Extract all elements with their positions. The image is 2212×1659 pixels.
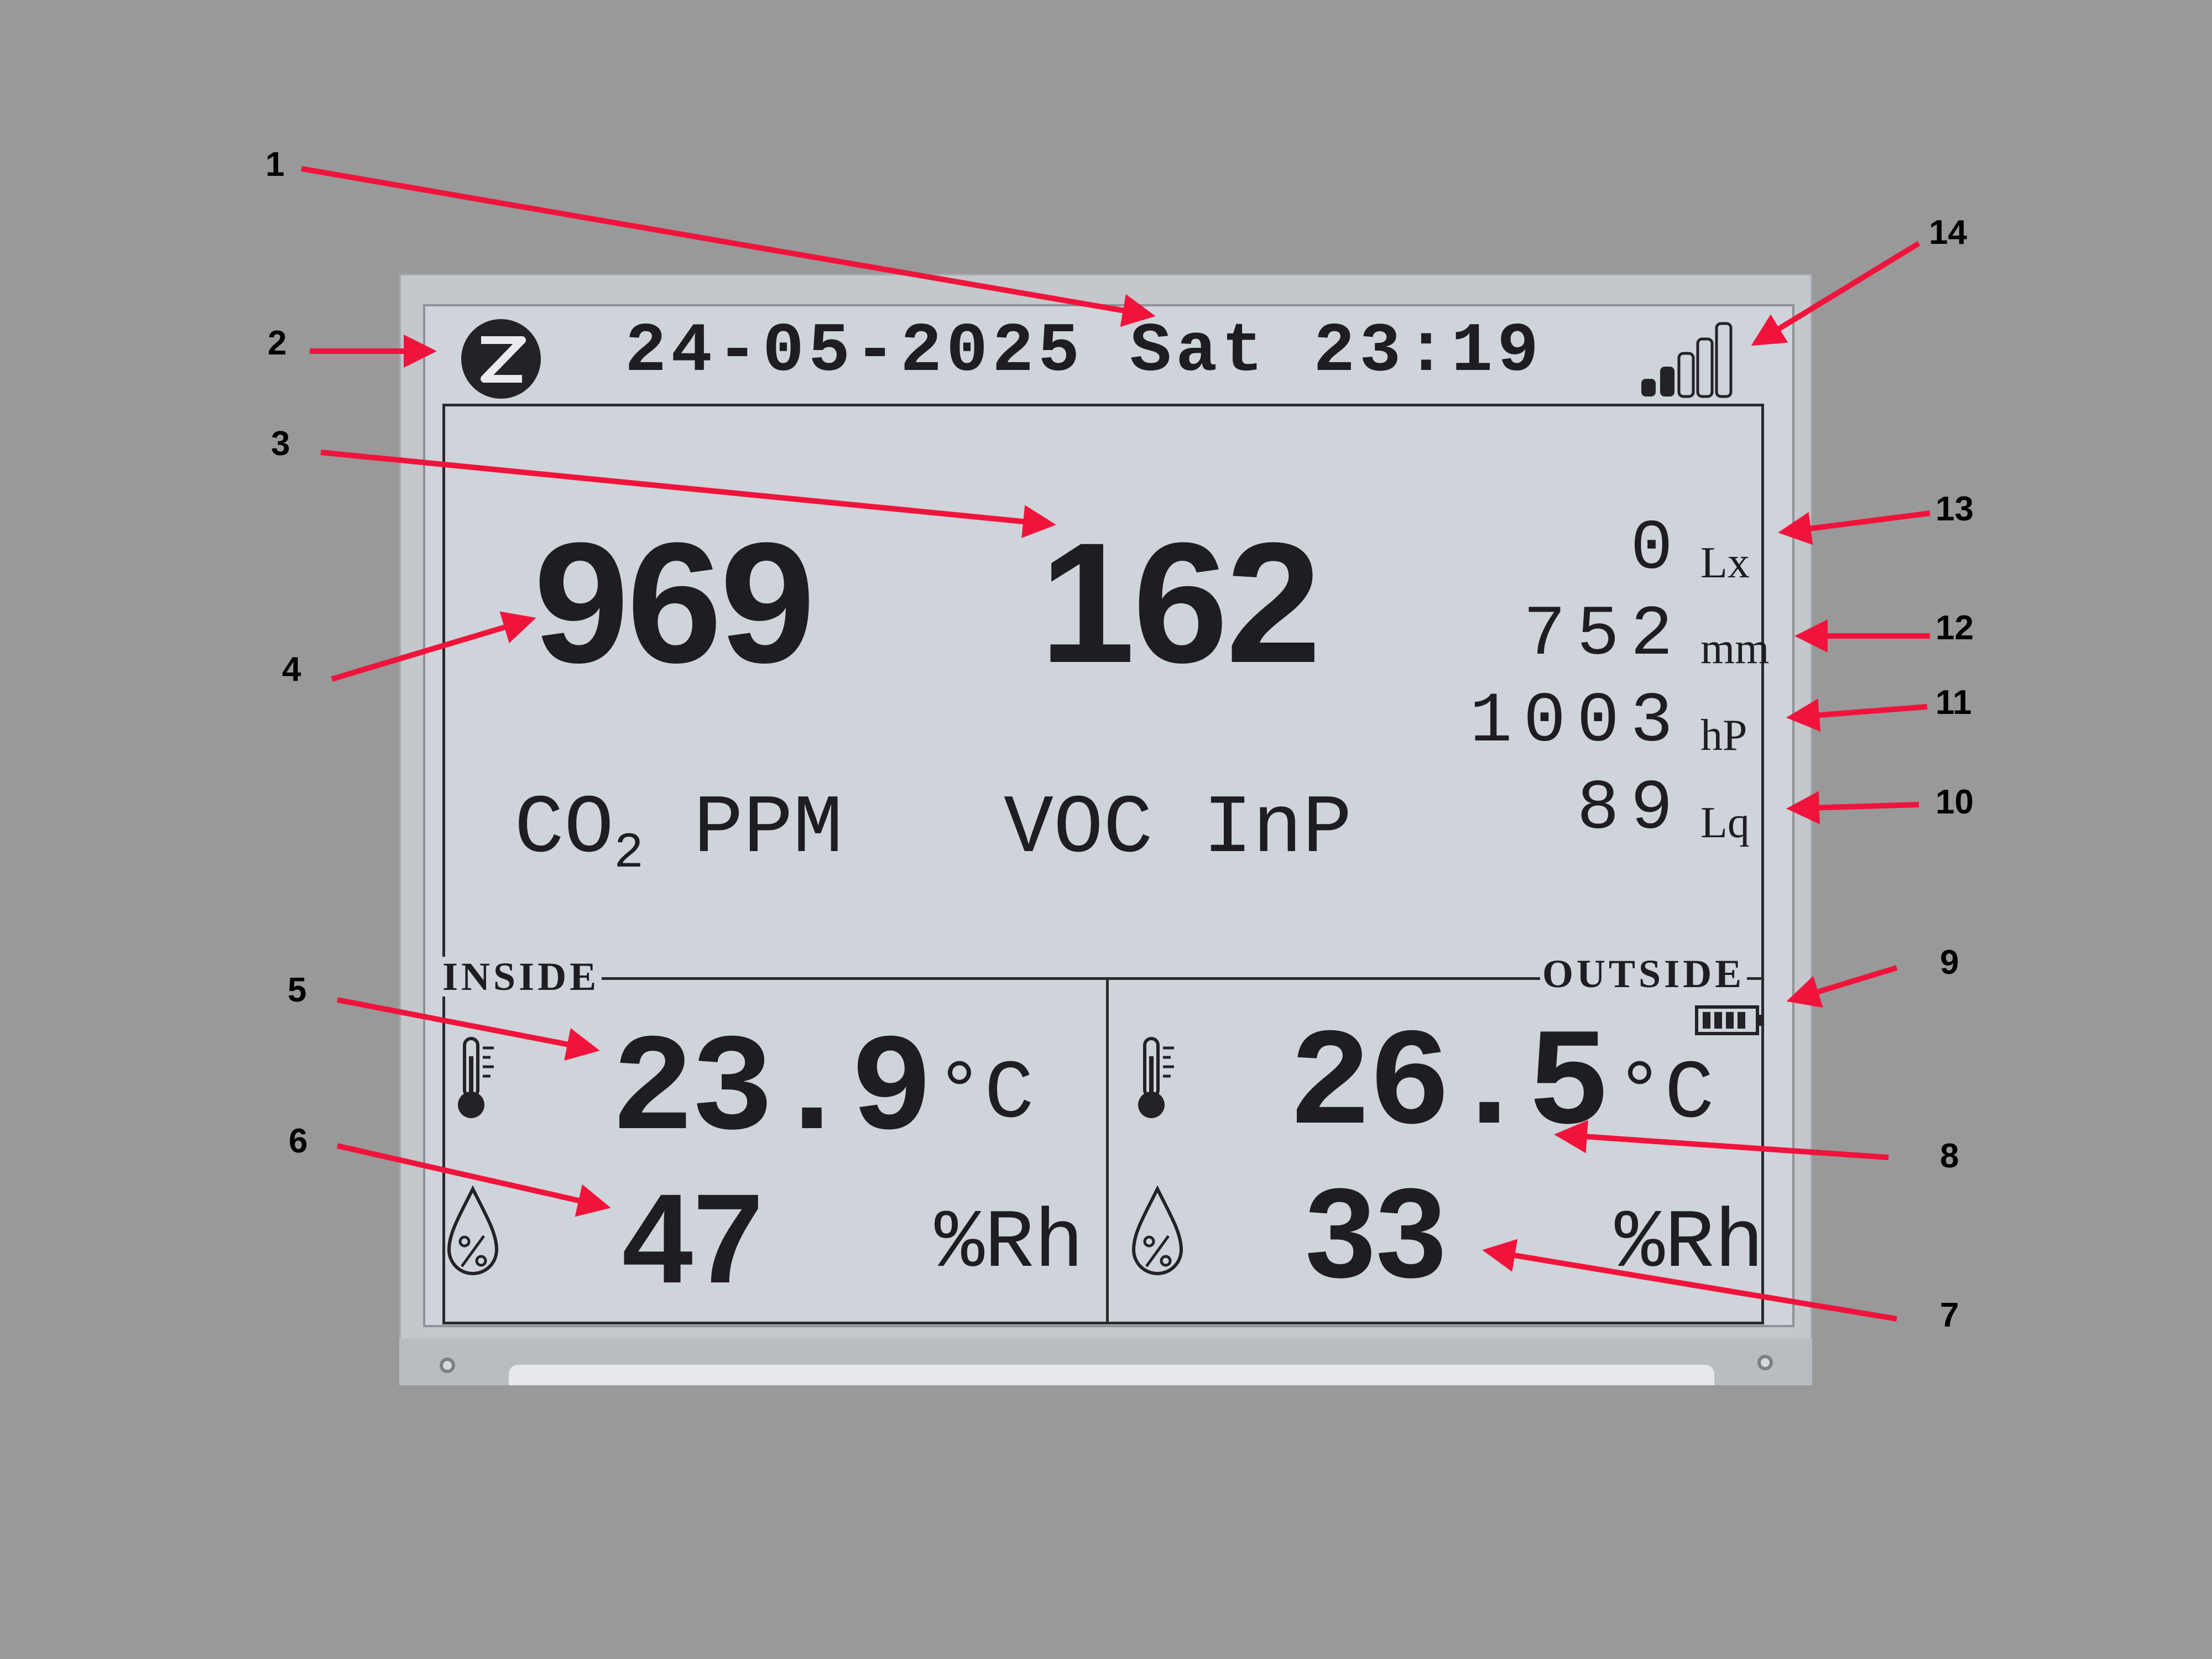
- arrow-5: [337, 997, 600, 1061]
- arrow-11: [1786, 698, 1928, 732]
- arrow-13: [1778, 510, 1931, 545]
- arrow-8: [1554, 1120, 1889, 1160]
- annotation-label-14: 14: [1929, 213, 1967, 252]
- arrow-6: [336, 1143, 611, 1217]
- annotation-label-9: 9: [1940, 943, 1959, 982]
- annotation-arrows: [301, 166, 1931, 1322]
- arrow-1: [301, 166, 1156, 327]
- arrow-7: [1482, 1239, 1897, 1322]
- annotation-label-6: 6: [289, 1122, 308, 1160]
- annotation-label-11: 11: [1936, 684, 1972, 722]
- arrow-10: [1786, 791, 1919, 825]
- annotation-label-12: 12: [1936, 609, 1974, 647]
- annotation-label-4: 4: [282, 650, 301, 688]
- arrow-14: [1751, 241, 1921, 346]
- annotation-label-3: 3: [271, 425, 290, 463]
- annotation-label-10: 10: [1936, 783, 1974, 821]
- annotation-label-1: 1: [265, 145, 285, 184]
- annotation-label-5: 5: [288, 971, 307, 1009]
- arrow-9: [1786, 965, 1898, 1008]
- annotation-label-8: 8: [1940, 1137, 1959, 1175]
- annotation-label-7: 7: [1940, 1296, 1959, 1334]
- arrow-4: [331, 611, 536, 682]
- annotation-label-13: 13: [1936, 490, 1974, 528]
- annotation-label-2: 2: [268, 324, 287, 362]
- arrow-3: [320, 450, 1056, 538]
